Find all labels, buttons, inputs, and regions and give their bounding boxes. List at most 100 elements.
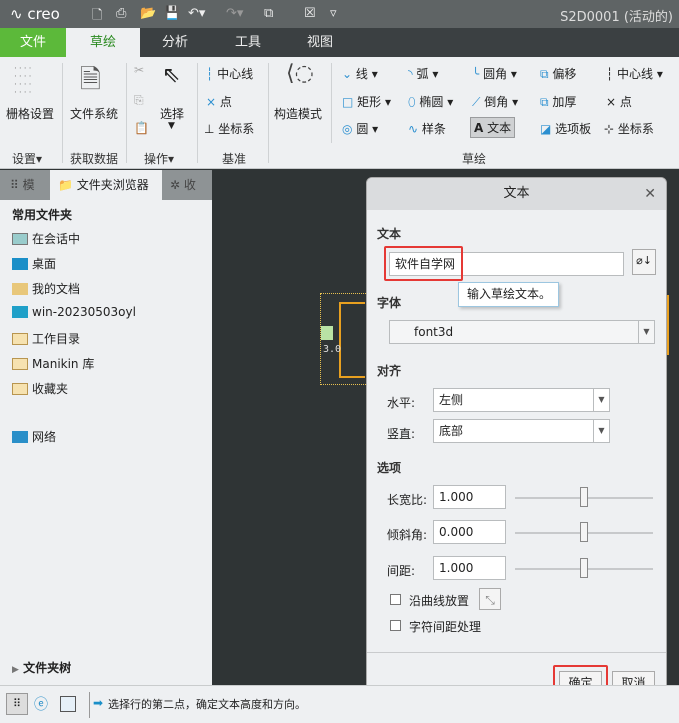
slider-thumb[interactable] <box>580 558 588 578</box>
spline-button[interactable]: ∿ 样条 <box>408 120 446 137</box>
close-icon[interactable]: ✕ <box>644 186 656 202</box>
label: 坐标系 <box>617 122 654 136</box>
label: 偏移 <box>552 67 577 81</box>
open-icon[interactable]: 📂 <box>140 6 156 21</box>
save-icon[interactable]: 💾 <box>164 6 180 21</box>
ellipse-button[interactable]: ⬯ 椭圆 ▾ <box>408 93 453 110</box>
tab-analysis[interactable]: 分析 <box>140 28 210 57</box>
tab-model-tree[interactable]: ⠿ 模 <box>0 170 50 200</box>
label: win-20230503oyl <box>32 305 136 319</box>
divider <box>62 63 63 163</box>
folder-item[interactable]: 网络 <box>12 428 56 445</box>
text-icon: A <box>474 121 484 135</box>
datum-centerline-button[interactable]: ┆ 中心线 <box>206 65 253 82</box>
aspect-ratio-input[interactable]: 1.000 <box>433 485 506 509</box>
text-button[interactable]: A 文本 <box>470 117 516 138</box>
aspect-label: 长宽比: <box>387 493 428 507</box>
copy-icon[interactable]: ⎘ <box>134 93 144 108</box>
flip-direction-button[interactable]: ⤡ <box>479 588 501 610</box>
folder-item[interactable]: Manikin 库 <box>12 355 94 372</box>
kerning-checkbox[interactable] <box>390 620 401 631</box>
slider-thumb[interactable] <box>580 487 588 507</box>
tab-sketch[interactable]: 草绘 <box>66 28 140 57</box>
palette-button[interactable]: ◪ 选项板 <box>540 120 591 137</box>
label: 模 <box>22 178 35 192</box>
close-window-icon[interactable]: ☒ <box>304 6 316 21</box>
label: 工作目录 <box>32 332 81 346</box>
alignment-section-label: 对齐 <box>377 364 402 378</box>
chevron-down-icon: ▼ <box>638 321 654 343</box>
place-along-curve-checkbox[interactable] <box>390 594 401 605</box>
spacing-slider[interactable] <box>515 558 653 578</box>
new-icon[interactable]: 🗋 <box>92 6 102 28</box>
dimension-handle[interactable] <box>321 326 333 340</box>
select-button[interactable]: 选择 <box>160 105 184 122</box>
place-along-curve-label: 沿曲线放置 <box>409 594 470 608</box>
tab-view[interactable]: 视图 <box>284 28 356 57</box>
customize-icon[interactable]: ▿ <box>330 6 337 21</box>
horizontal-select[interactable]: 左侧 ▼ <box>433 388 610 412</box>
datum-csys-button[interactable]: ⊥ 坐标系 <box>204 120 254 137</box>
font-select[interactable]: font3d ▼ <box>389 320 655 344</box>
tab-file[interactable]: 文件 <box>0 28 66 57</box>
sketch-point-button[interactable]: × 点 <box>606 93 632 110</box>
folder-item[interactable]: 在会话中 <box>12 230 80 247</box>
file-system-button[interactable]: 文件系统 <box>70 105 118 122</box>
label: 点 <box>619 95 632 109</box>
slant-angle-slider[interactable] <box>515 522 653 542</box>
chamfer-button[interactable]: ⟋ 倒角 ▾ <box>472 93 518 110</box>
paste-icon[interactable]: 📋 <box>134 121 149 135</box>
folder-item[interactable]: 我的文档 <box>12 280 80 297</box>
status-message: 选择行的第二点，确定文本高度和方向。 <box>108 698 306 711</box>
label: 圆 <box>356 122 369 136</box>
circle-button[interactable]: ◎ 圆 ▾ <box>342 120 378 137</box>
chevron-down-icon[interactable]: ▼ <box>168 121 175 131</box>
offset-button[interactable]: ⧉ 偏移 <box>540 65 576 82</box>
folder-item[interactable]: 收藏夹 <box>12 380 68 397</box>
sketch-csys-button[interactable]: ⊹ 坐标系 <box>604 120 654 137</box>
logo-text: creo <box>27 5 60 23</box>
fullscreen-icon[interactable] <box>60 696 76 712</box>
operations-group[interactable]: 操作▾ <box>144 150 174 167</box>
construction-mode-button[interactable]: 构造模式 <box>274 105 322 122</box>
settings-group[interactable]: 设置▾ <box>12 150 42 167</box>
undo-icon[interactable]: ↶▾ <box>188 6 205 21</box>
spacing-input[interactable]: 1.000 <box>433 556 506 580</box>
tab-tools[interactable]: 工具 <box>212 28 284 57</box>
slant-angle-input[interactable]: 0.000 <box>433 520 506 544</box>
print-icon[interactable]: ⎙ <box>116 6 126 21</box>
rectangle-button[interactable]: □ 矩形 ▾ <box>342 93 391 110</box>
insert-symbol-button[interactable]: ⌀↓ <box>632 249 656 275</box>
fillet-button[interactable]: ╰ 圆角 ▾ <box>472 65 517 82</box>
height-dimension[interactable]: 3.0 <box>323 344 341 355</box>
folder-item[interactable]: 桌面 <box>12 255 56 272</box>
label: 文件夹浏览器 <box>76 178 149 192</box>
grid-settings-button[interactable]: 栅格设置 <box>6 105 54 122</box>
file-system-icon: 🗎 <box>80 65 101 95</box>
chevron-down-icon: ▼ <box>593 420 609 442</box>
desktop-icon <box>12 258 28 270</box>
redo-icon[interactable]: ↷▾ <box>226 6 243 21</box>
panel-tabs: ⠿ 模 📁 文件夹浏览器 ✲ 收 <box>0 170 212 200</box>
cut-icon[interactable]: ✂ <box>134 63 144 77</box>
browser-icon[interactable]: ⓔ <box>34 694 48 714</box>
dialog-title: 文本 <box>367 178 666 210</box>
line-button[interactable]: ⌄ 线 ▾ <box>342 65 378 82</box>
label: 收藏夹 <box>32 382 69 396</box>
sketch-centerline-button[interactable]: ┆ 中心线 ▾ <box>606 65 663 82</box>
folder-tree-toggle[interactable]: ▶ 文件夹树 <box>12 659 71 676</box>
vertical-select[interactable]: 底部 ▼ <box>433 419 610 443</box>
model-tree-toggle-icon[interactable]: ⠿ <box>6 693 28 715</box>
datum-point-button[interactable]: × 点 <box>206 93 232 110</box>
folder-item[interactable]: win-20230503oyl <box>12 305 136 319</box>
slider-thumb[interactable] <box>580 522 588 542</box>
divider <box>197 63 198 163</box>
tab-folder-browser[interactable]: 📁 文件夹浏览器 <box>50 170 162 200</box>
tab-favorites[interactable]: ✲ 收 <box>166 170 212 200</box>
aspect-ratio-slider[interactable] <box>515 487 653 507</box>
windows-icon[interactable]: ⧉ <box>264 6 273 21</box>
thicken-button[interactable]: ⧉ 加厚 <box>540 93 576 110</box>
vertical-value: 底部 <box>439 424 464 438</box>
folder-item[interactable]: 工作目录 <box>12 330 80 347</box>
arc-button[interactable]: ◝ 弧 ▾ <box>408 65 438 82</box>
